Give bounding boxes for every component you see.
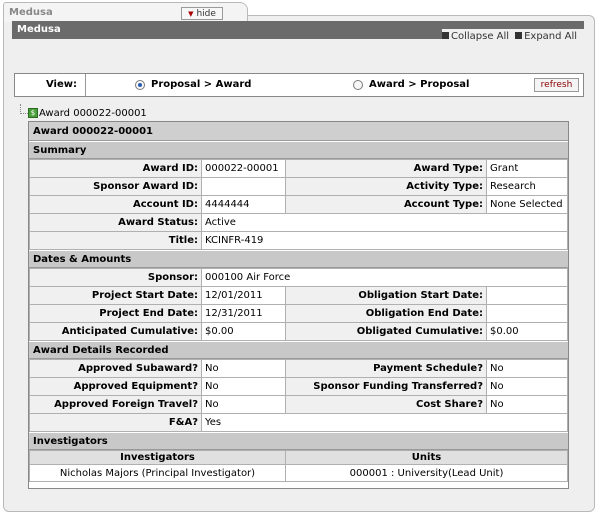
radio-proposal-award[interactable]: Proposal > Award — [135, 79, 251, 90]
radio-award-proposal[interactable]: Award > Proposal — [353, 79, 469, 90]
obligation-end-value — [486, 304, 568, 323]
account-id-value: 4444444 — [201, 195, 286, 214]
section-dates-amounts: Dates & Amounts — [29, 250, 568, 268]
award-detail-box: Award 000022-00001 Summary Award ID: 000… — [28, 121, 569, 489]
field-label: Project End Date: — [29, 304, 202, 323]
tree-connector — [20, 104, 28, 114]
investigator-name: Nicholas Majors (Principal Investigator) — [29, 464, 286, 482]
field-label: Account Type: — [285, 195, 487, 214]
field-label: Award ID: — [29, 159, 202, 178]
column-header: Units — [285, 450, 568, 465]
medusa-tab: Medusa ▼ hide — [3, 2, 248, 22]
table-row: Sponsor: 000100 Air Force — [29, 268, 568, 287]
section-award-details: Award Details Recorded — [29, 341, 568, 359]
table-row: Anticipated Cumulative: $0.00 Obligated … — [29, 322, 568, 341]
table-row: Approved Subaward? No Payment Schedule? … — [29, 359, 568, 378]
tree-node-label[interactable]: Award 000022-00001 — [39, 108, 147, 119]
tab-title: Medusa — [9, 7, 53, 18]
title-value: KCINFR-419 — [201, 231, 568, 250]
view-label: View: — [15, 74, 86, 96]
field-label: Award Type: — [285, 159, 487, 178]
field-label: Obligation End Date: — [285, 304, 487, 323]
collapse-all-link[interactable]: Collapse All — [442, 31, 509, 42]
radio-unchecked-icon[interactable] — [353, 79, 363, 90]
hide-button[interactable]: ▼ hide — [181, 7, 223, 20]
cost-share-value: No — [486, 395, 568, 414]
field-label: Sponsor: — [29, 268, 202, 287]
field-label: Approved Subaward? — [29, 359, 202, 378]
column-header: Investigators — [29, 450, 286, 465]
award-id-value: 000022-00001 — [201, 159, 286, 178]
summary-table: Award ID: 000022-00001 Award Type: Grant… — [29, 159, 568, 250]
investigator-unit: 000001 : University(Lead Unit) — [285, 464, 568, 482]
field-label: Obligation Start Date: — [285, 286, 487, 305]
anticipated-value: $0.00 — [201, 322, 286, 341]
award-status-value: Active — [201, 213, 568, 232]
obligation-start-value — [486, 286, 568, 305]
approved-subaward-value: No — [201, 359, 286, 378]
radio-checked-icon[interactable] — [135, 79, 145, 90]
award-type-value: Grant — [486, 159, 568, 178]
radio-proposal-award-label: Proposal > Award — [151, 79, 252, 90]
sponsor-funding-value: No — [486, 377, 568, 396]
field-label: Approved Equipment? — [29, 377, 202, 396]
table-row: Award Status: Active — [29, 213, 568, 232]
obligated-value: $0.00 — [486, 322, 568, 341]
table-row: Approved Foreign Travel? No Cost Share? … — [29, 395, 568, 414]
investigators-table: Investigators Units Nicholas Majors (Pri… — [29, 450, 568, 482]
field-label: Sponsor Award ID: — [29, 177, 202, 196]
account-type-value: None Selected — [486, 195, 568, 214]
details-table: Approved Subaward? No Payment Schedule? … — [29, 359, 568, 432]
panel-title: Medusa — [17, 24, 61, 35]
field-label: Award Status: — [29, 213, 202, 232]
table-row: F&A? Yes — [29, 413, 568, 432]
field-label: Payment Schedule? — [285, 359, 487, 378]
expand-collapse-bar: Collapse All Expand All — [442, 29, 585, 43]
payment-schedule-value: No — [486, 359, 568, 378]
sponsor-award-id-value — [201, 177, 286, 196]
plus-icon — [515, 32, 523, 39]
table-row: Project Start Date: 12/01/2011 Obligatio… — [29, 286, 568, 305]
section-investigators: Investigators — [29, 432, 568, 450]
field-label: Sponsor Funding Transferred? — [285, 377, 487, 396]
triangle-down-icon: ▼ — [188, 9, 194, 18]
activity-type-value: Research — [486, 177, 568, 196]
expand-all-link[interactable]: Expand All — [515, 31, 577, 42]
field-label: Account ID: — [29, 195, 202, 214]
sponsor-value: 000100 Air Force — [201, 268, 568, 287]
dates-table: Sponsor: 000100 Air Force Project Start … — [29, 268, 568, 341]
table-row: Sponsor Award ID: Activity Type: Researc… — [29, 177, 568, 196]
table-row: Approved Equipment? No Sponsor Funding T… — [29, 377, 568, 396]
table-row: Nicholas Majors (Principal Investigator)… — [29, 464, 568, 482]
project-end-value: 12/31/2011 — [201, 304, 286, 323]
collapse-all-label: Collapse All — [451, 30, 510, 42]
table-row: Project End Date: 12/31/2011 Obligation … — [29, 304, 568, 323]
table-row: Account ID: 4444444 Account Type: None S… — [29, 195, 568, 214]
project-start-value: 12/01/2011 — [201, 286, 286, 305]
field-label: Activity Type: — [285, 177, 487, 196]
award-node-icon[interactable]: $ — [28, 108, 38, 118]
refresh-button[interactable]: refresh — [534, 78, 579, 92]
table-header-row: Investigators Units — [29, 450, 568, 465]
hide-label: hide — [196, 8, 216, 19]
award-title: Award 000022-00001 — [29, 122, 568, 141]
minus-icon — [442, 32, 449, 39]
field-label: Anticipated Cumulative: — [29, 322, 202, 341]
table-row: Award ID: 000022-00001 Award Type: Grant — [29, 159, 568, 178]
field-label: Cost Share? — [285, 395, 487, 414]
table-row: Title: KCINFR-419 — [29, 231, 568, 250]
view-selector: View: Proposal > Award Award > Proposal … — [14, 73, 584, 97]
approved-equipment-value: No — [201, 377, 286, 396]
approved-travel-value: No — [201, 395, 286, 414]
field-label: Title: — [29, 231, 202, 250]
field-label: F&A? — [29, 413, 202, 432]
field-label: Project Start Date: — [29, 286, 202, 305]
expand-all-label: Expand All — [524, 30, 578, 42]
field-label: Approved Foreign Travel? — [29, 395, 202, 414]
section-summary: Summary — [29, 141, 568, 159]
radio-award-proposal-label: Award > Proposal — [369, 79, 470, 90]
fa-value: Yes — [201, 413, 568, 432]
field-label: Obligated Cumulative: — [285, 322, 487, 341]
